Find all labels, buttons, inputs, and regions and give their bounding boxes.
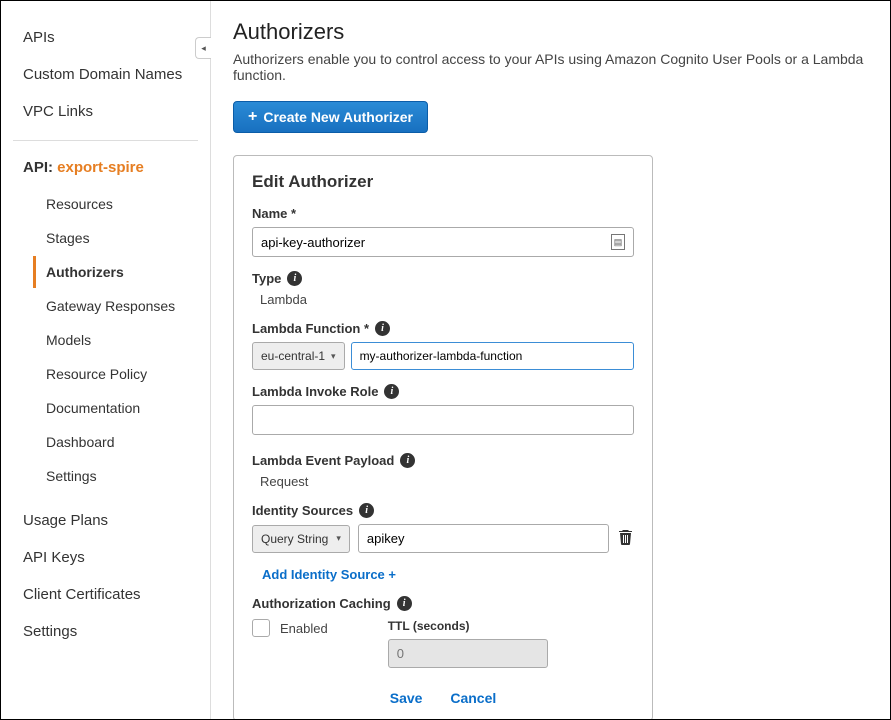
sidebar-item-models[interactable]: Models	[33, 324, 200, 356]
region-value: eu-central-1	[261, 349, 325, 363]
enabled-checkbox[interactable]	[252, 619, 270, 637]
sidebar-item-api-keys[interactable]: API Keys	[23, 539, 188, 576]
info-icon[interactable]: i	[375, 321, 390, 336]
type-label-text: Type	[252, 271, 281, 286]
sidebar-item-custom-domain-names[interactable]: Custom Domain Names	[23, 56, 196, 93]
identity-sources-label: Identity Sources i	[252, 503, 634, 518]
lambda-event-payload-label: Lambda Event Payload i	[252, 453, 634, 468]
sidebar-item-documentation[interactable]: Documentation	[33, 392, 200, 424]
identity-value-input[interactable]	[367, 531, 600, 546]
card-title: Edit Authorizer	[252, 172, 634, 192]
sidebar-item-dashboard[interactable]: Dashboard	[33, 426, 200, 458]
sidebar-item-resources[interactable]: Resources	[33, 188, 200, 220]
sidebar-item-client-certificates[interactable]: Client Certificates	[23, 576, 188, 613]
lambda-event-payload-value: Request	[252, 474, 634, 489]
create-new-authorizer-button[interactable]: + Create New Authorizer	[233, 101, 428, 133]
identity-type-select[interactable]: Query String ▾	[252, 525, 350, 553]
info-icon[interactable]: i	[287, 271, 302, 286]
info-icon[interactable]: i	[397, 596, 412, 611]
sidebar-item-vpc-links[interactable]: VPC Links	[23, 93, 196, 130]
api-prefix: API:	[23, 159, 57, 176]
lambda-function-input[interactable]	[360, 349, 625, 363]
main-content: Authorizers Authorizers enable you to co…	[211, 1, 890, 719]
info-icon[interactable]: i	[400, 453, 415, 468]
lambda-invoke-role-label-text: Lambda Invoke Role	[252, 384, 378, 399]
identity-value-input-wrapper[interactable]	[358, 524, 609, 553]
authorization-caching-label-text: Authorization Caching	[252, 596, 391, 611]
sidebar-separator	[13, 140, 198, 141]
create-button-label: Create New Authorizer	[263, 109, 413, 125]
edit-authorizer-card: Edit Authorizer Name * ▤ Type i Lambda L…	[233, 155, 653, 719]
identity-type-value: Query String	[261, 532, 328, 546]
type-value: Lambda	[252, 292, 634, 307]
info-icon[interactable]: i	[384, 384, 399, 399]
authorization-caching-label: Authorization Caching i	[252, 596, 634, 611]
identity-sources-label-text: Identity Sources	[252, 503, 353, 518]
sidebar-item-gateway-responses[interactable]: Gateway Responses	[33, 290, 200, 322]
chevron-down-icon: ▾	[331, 351, 336, 362]
api-name[interactable]: export-spire	[57, 159, 144, 176]
sidebar-item-settings-api[interactable]: Settings	[33, 460, 200, 492]
save-button[interactable]: Save	[378, 690, 435, 706]
sidebar: ◂ APIs Custom Domain Names VPC Links API…	[1, 1, 211, 719]
contacts-icon: ▤	[611, 234, 625, 250]
name-input[interactable]	[261, 235, 611, 250]
sidebar-item-stages[interactable]: Stages	[33, 222, 200, 254]
type-label: Type i	[252, 271, 634, 286]
page-description: Authorizers enable you to control access…	[233, 51, 882, 83]
lambda-function-label-text: Lambda Function *	[252, 321, 369, 336]
enabled-label: Enabled	[280, 621, 328, 636]
ttl-label: TTL (seconds)	[388, 619, 548, 633]
page-title: Authorizers	[233, 19, 882, 45]
sidebar-item-apis[interactable]: APIs	[23, 19, 196, 56]
sidebar-item-usage-plans[interactable]: Usage Plans	[23, 502, 188, 539]
cancel-button[interactable]: Cancel	[438, 690, 508, 706]
api-label: API: export-spire	[1, 159, 210, 188]
add-identity-source-link[interactable]: Add Identity Source +	[252, 563, 634, 596]
lambda-invoke-role-label: Lambda Invoke Role i	[252, 384, 634, 399]
lambda-function-input-wrapper[interactable]	[351, 342, 634, 370]
chevron-down-icon: ▾	[336, 533, 341, 544]
lambda-event-payload-label-text: Lambda Event Payload	[252, 453, 394, 468]
sidebar-item-resource-policy[interactable]: Resource Policy	[33, 358, 200, 390]
region-select[interactable]: eu-central-1 ▾	[252, 342, 345, 370]
name-label: Name *	[252, 206, 634, 221]
plus-icon: +	[248, 109, 257, 125]
lambda-function-label: Lambda Function * i	[252, 321, 634, 336]
sidebar-item-authorizers[interactable]: Authorizers	[33, 256, 200, 288]
sidebar-item-settings-global[interactable]: Settings	[23, 613, 188, 650]
trash-icon[interactable]	[617, 530, 634, 548]
info-icon[interactable]: i	[359, 503, 374, 518]
collapse-sidebar-toggle[interactable]: ◂	[195, 37, 211, 59]
ttl-input	[388, 639, 548, 668]
lambda-invoke-role-input[interactable]	[252, 405, 634, 435]
name-input-wrapper[interactable]: ▤	[252, 227, 634, 257]
